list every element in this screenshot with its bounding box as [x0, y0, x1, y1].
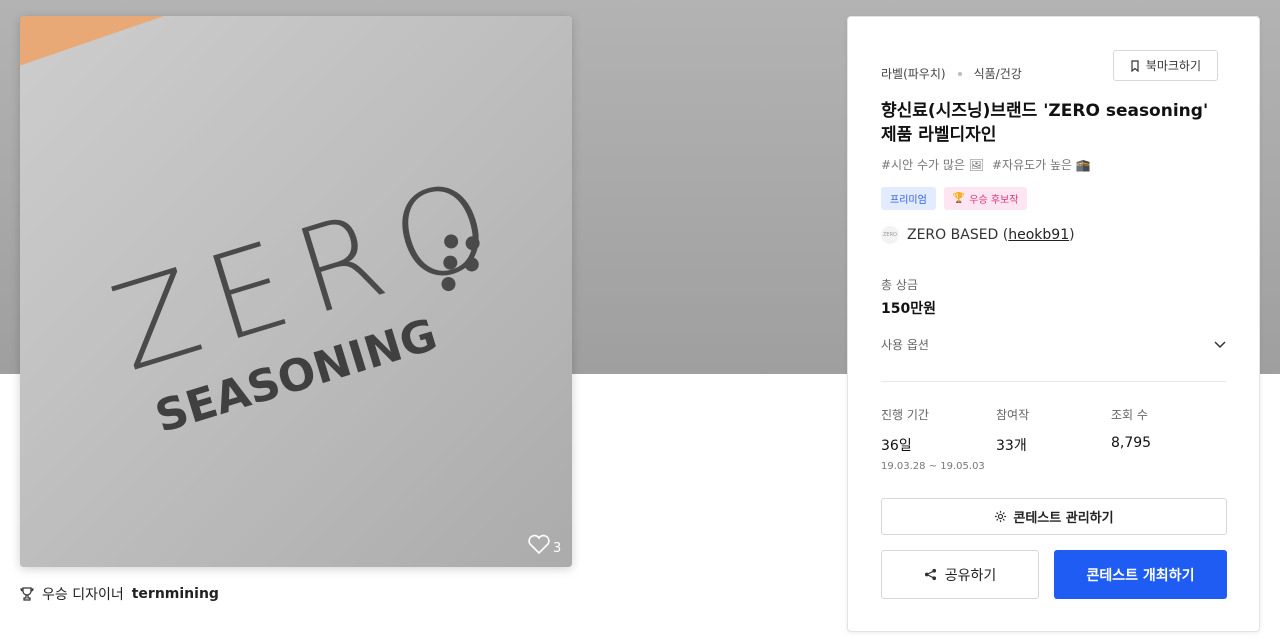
- winner-candidate-badge: 🏆 우승 후보작: [943, 187, 1028, 210]
- host-contest-button[interactable]: 콘테스트 개최하기: [1054, 550, 1227, 599]
- trophy-icon: [20, 587, 34, 601]
- gear-icon: [995, 510, 1007, 523]
- winner-designer: 우승 디자이너 ternmining: [20, 584, 219, 604]
- host-name: ZERO BASED (: [907, 227, 1009, 243]
- share-button[interactable]: 공유하기: [881, 550, 1039, 599]
- winner-prefix: 우승 디자이너: [42, 587, 124, 603]
- stat-date-range: 19.03.28 ~ 19.05.03: [881, 461, 985, 472]
- breadcrumb-category[interactable]: 라벨(파우치): [881, 65, 946, 82]
- host-id-link[interactable]: heokb91: [1008, 227, 1069, 243]
- stat-value: 36일: [881, 438, 912, 454]
- hashtag[interactable]: #시안 수가 많은 🖼: [881, 156, 984, 173]
- bookmark-label: 북마크하기: [1145, 59, 1201, 73]
- prize-label: 총 상금: [881, 278, 918, 292]
- manage-contest-button[interactable]: 콘테스트 관리하기: [881, 498, 1227, 535]
- host-name-wrap: ZERO BASED (heokb91): [907, 227, 1075, 243]
- hashtag-list: #시안 수가 많은 🖼 #자유도가 높은 🕋: [881, 156, 1091, 173]
- prize-value: 150만원: [881, 301, 936, 317]
- stat-label: 조회 수: [1111, 408, 1148, 422]
- bookmark-icon: [1131, 59, 1139, 72]
- stat-value: 33개: [996, 438, 1027, 454]
- winner-name[interactable]: ternmining: [132, 586, 219, 602]
- stat-label: 진행 기간: [881, 408, 929, 422]
- breadcrumb-subcategory[interactable]: 식품/건강: [974, 65, 1022, 82]
- share-label: 공유하기: [944, 567, 997, 584]
- hashtag[interactable]: #자유도가 높은 🕋: [992, 156, 1091, 173]
- breadcrumb: 라벨(파우치) 식품/건강: [881, 65, 1022, 82]
- share-icon: [924, 568, 936, 581]
- contest-stats: 진행 기간 36일 19.03.28 ~ 19.05.03 참여작 33개 조회…: [881, 406, 1226, 472]
- chevron-down-icon[interactable]: [1214, 340, 1226, 349]
- options-label: 사용 옵션: [881, 338, 929, 352]
- manage-contest-label: 콘테스트 관리하기: [1013, 511, 1114, 526]
- entry-image[interactable]: ZERO SEASONING 3: [20, 16, 572, 567]
- host-close-paren: ): [1069, 227, 1075, 243]
- winner-candidate-label: 우승 후보작: [969, 195, 1019, 206]
- like-count: 3: [553, 541, 561, 556]
- bookmark-button[interactable]: 북마크하기: [1112, 50, 1218, 81]
- premium-badge: 프리미엄: [881, 187, 936, 210]
- stat-label: 참여작: [996, 408, 1030, 422]
- contest-title: 향신료(시즈닝)브랜드 'ZERO seasoning' 제품 라벨디자인: [881, 101, 1209, 145]
- trophy-icon: 🏆: [952, 193, 966, 204]
- options-toggle[interactable]: 사용 옵션: [881, 336, 1226, 353]
- badge-list: 프리미엄 🏆 우승 후보작: [881, 187, 1028, 210]
- stat-duration: 진행 기간 36일 19.03.28 ~ 19.05.03: [881, 406, 996, 472]
- host-logo: ZERO: [881, 226, 899, 244]
- host-info: ZERO ZERO BASED (heokb91): [881, 226, 1075, 244]
- breadcrumb-separator: [957, 71, 962, 76]
- stat-value: 8,795: [1111, 435, 1152, 451]
- stat-entries: 참여작 33개: [996, 406, 1111, 472]
- contest-info-panel: 라벨(파우치) 식품/건강 북마크하기 향신료(시즈닝)브랜드 'ZERO se…: [847, 16, 1260, 632]
- zero-seasoning-label-image: ZERO SEASONING 3: [20, 16, 572, 567]
- stat-views: 조회 수 8,795: [1111, 406, 1226, 472]
- divider: [881, 381, 1226, 382]
